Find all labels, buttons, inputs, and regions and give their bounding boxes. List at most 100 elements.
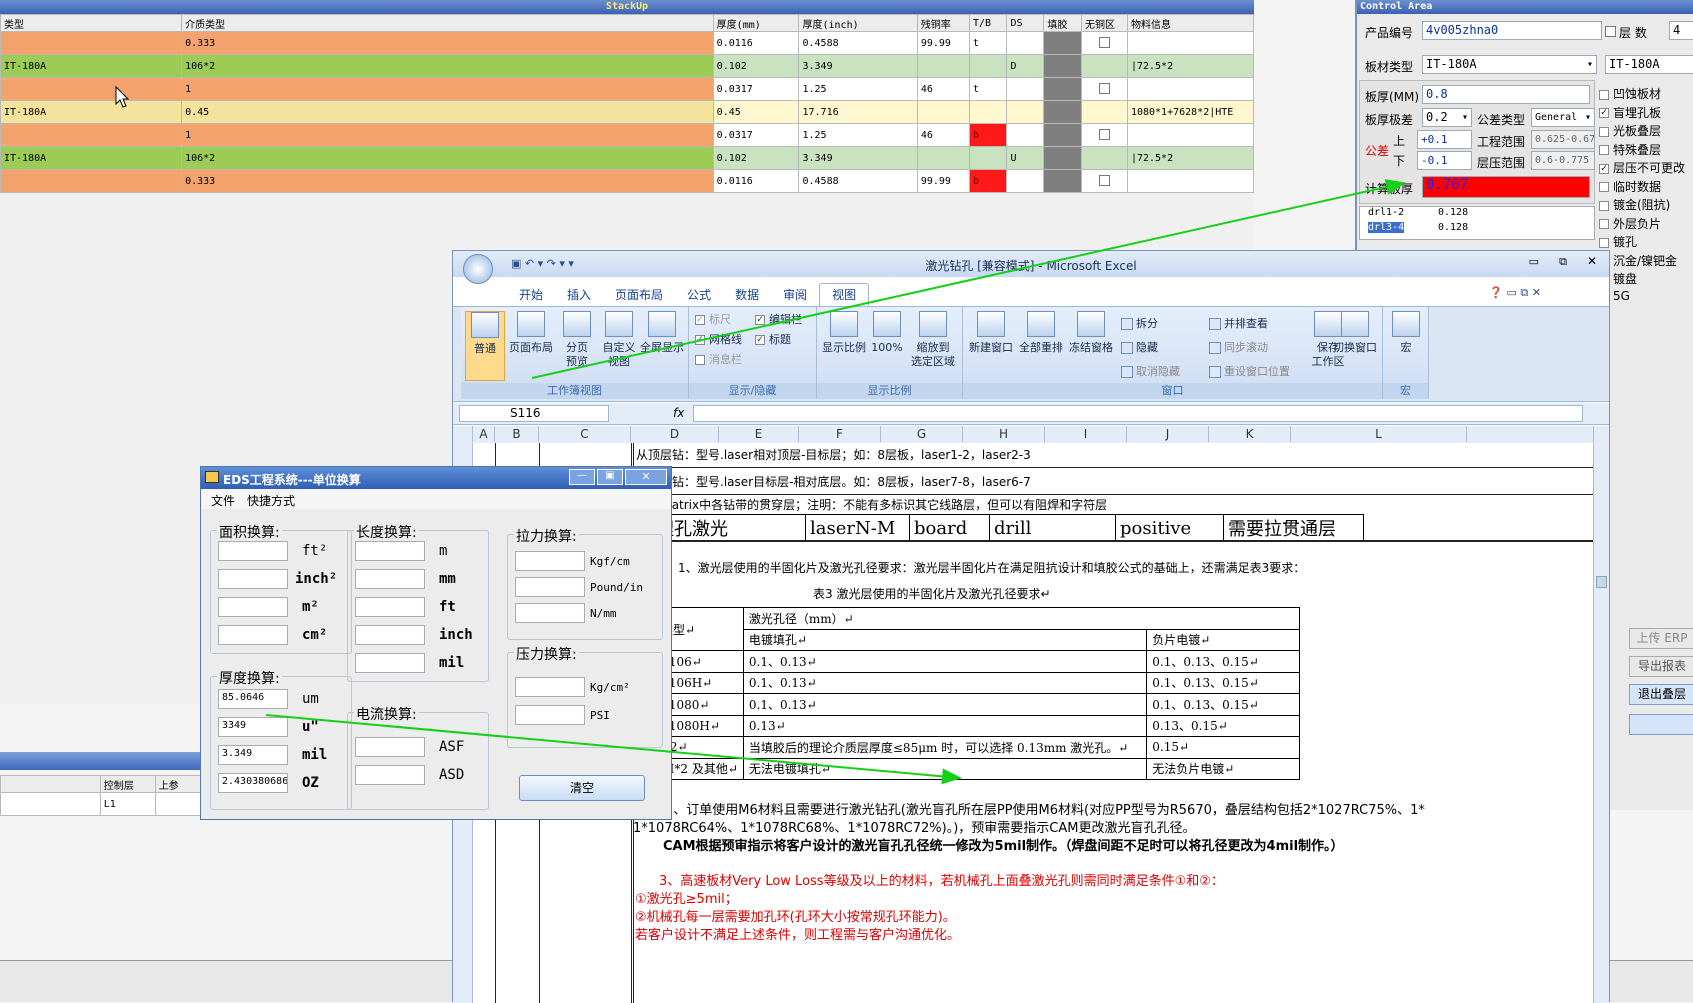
stackup-cell-mat[interactable] [1126,31,1255,55]
formula-bar-checkbox[interactable]: ✓ 编辑栏 [755,311,802,327]
stackup-row[interactable]: 1 0.0317 1.25 46 b [0,123,1255,147]
option-checkbox[interactable]: 5G [1599,289,1693,308]
nocu-checkbox[interactable] [1098,37,1110,49]
stackup-cell-nocu[interactable] [1081,146,1128,170]
stackup-cell[interactable]: 1 [181,77,714,101]
tension-pound-input[interactable] [515,577,585,597]
stackup-cell-tb[interactable] [968,146,1008,170]
stackup-cell-fill[interactable] [1043,31,1083,55]
tension-kgf-input[interactable] [515,551,585,571]
stackup-cell[interactable]: 0.0116 [712,31,800,55]
thick-oz-input[interactable]: 2.430380686 [218,773,288,793]
ribbon-tab[interactable]: 插入 [555,284,603,306]
thick-input[interactable]: 0.8 [1422,85,1590,104]
len-inch-input[interactable] [355,625,425,645]
formula-input[interactable] [693,405,1583,422]
stackup-cell[interactable] [0,169,183,193]
side-by-side-button[interactable]: 并排查看 [1209,315,1268,331]
option-checkbox[interactable]: 外层负片 [1599,215,1693,234]
stackup-cell[interactable]: 106*2 [181,146,714,170]
stackup-cell-nocu[interactable] [1081,31,1128,55]
stackup-cell[interactable]: 1.25 [798,77,918,101]
stackup-cell-nocu[interactable] [1081,100,1128,124]
stackup-cell-ds[interactable] [1006,77,1045,101]
headings-checkbox[interactable]: ✓ 标题 [755,331,791,347]
stackup-cell[interactable]: 99.99 [916,169,970,193]
stackup-cell[interactable]: 0.0317 [712,123,800,147]
column-header[interactable]: E [719,426,799,442]
option-checkbox[interactable]: 镀金(阻抗) [1599,196,1693,215]
area-ft2-input[interactable] [218,541,288,561]
stackup-cell[interactable]: 99.99 [916,31,970,55]
nocu-checkbox[interactable] [1098,83,1110,95]
stackup-cell[interactable]: 0.333 [181,169,714,193]
column-header[interactable]: I [1045,426,1127,442]
stackup-cell-ds[interactable]: U [1006,146,1045,170]
stackup-row[interactable]: IT-180A 106*2 0.102 3.349 D |72.5*2 [0,54,1255,78]
option-checkbox[interactable]: ✓ 盲埋孔板 [1599,104,1693,123]
option-checkbox[interactable]: ✓ 层压不可更改 [1599,159,1693,178]
toltype-select[interactable]: General [1531,108,1595,127]
tension-nmm-input[interactable] [515,603,585,623]
menu-file[interactable]: 文件 [211,492,235,509]
thick-mil-input[interactable]: 3.349 [218,745,288,765]
area-m2-input[interactable] [218,597,288,617]
zoom-button[interactable]: 显示比例 [821,311,867,355]
minimize-icon[interactable]: ▭ [1529,255,1539,268]
grid-cell-up[interactable] [154,792,201,816]
stackup-cell-tb[interactable] [968,100,1008,124]
page-break-button[interactable]: 分页 预览 [557,311,597,369]
option-checkbox[interactable]: 镀盘 [1599,270,1693,289]
zoom-selection-button[interactable]: 缩放到 选定区域 [907,311,959,369]
ribbon-tab[interactable]: 公式 [675,284,723,306]
option-checkbox[interactable]: 光板叠层 [1599,122,1693,141]
gridlines-checkbox[interactable]: ✓ 网格线 [695,331,742,347]
stackup-row[interactable]: 1 0.0317 1.25 46 t [0,77,1255,101]
macro-button[interactable]: 宏 [1389,311,1423,355]
custom-view-button[interactable]: 自定义 视图 [599,311,639,369]
drill-list[interactable]: drl1-2 0.128 drl3-4 0.128 [1359,206,1595,240]
stackup-cell[interactable] [0,31,183,55]
split-button[interactable]: 拆分 [1121,315,1158,331]
thick-uinch-input[interactable]: 3349 [218,717,288,737]
option-checkbox[interactable]: 镀孔 [1599,233,1693,252]
stackup-cell-fill[interactable] [1043,169,1083,193]
nocu-checkbox[interactable] [1098,129,1110,141]
fx-icon[interactable]: fx [673,406,684,420]
exit-stackup-button[interactable]: 退出叠层 [1629,684,1693,705]
drill-row[interactable]: drl1-2 0.128 [1360,207,1594,222]
stackup-cell-ds[interactable]: D [1006,54,1045,78]
stackup-cell[interactable]: 0.4588 [798,169,918,193]
column-header[interactable]: D [631,426,719,442]
nocu-checkbox[interactable] [1098,175,1110,187]
stackup-cell[interactable] [916,146,970,170]
arrange-all-button[interactable]: 全部重排 [1017,311,1065,355]
stackup-cell[interactable]: 0.102 [712,54,800,78]
stackup-cell[interactable]: IT-180A [0,100,183,124]
clear-button[interactable]: 清空 [519,775,645,801]
stackup-cell[interactable]: 0.102 [712,146,800,170]
stackup-cell[interactable]: 0.0116 [712,169,800,193]
column-header[interactable]: L [1291,426,1467,442]
column-header[interactable] [453,426,473,442]
stackup-cell-fill[interactable] [1043,54,1083,78]
tol-down-input[interactable]: -0.1 [1417,151,1472,170]
stackup-cell[interactable]: 0.0317 [712,77,800,101]
stackup-cell-mat[interactable]: |72.5*2 [1126,54,1255,78]
stackup-cell[interactable]: 46 [916,123,970,147]
option-checkbox[interactable]: 特殊叠层 [1599,141,1693,160]
stackup-cell[interactable]: 1.25 [798,123,918,147]
stackup-cell-ds[interactable] [1006,31,1045,55]
column-header[interactable]: J [1127,426,1209,442]
current-asf-input[interactable] [355,737,425,757]
stackup-cell[interactable]: 46 [916,77,970,101]
normal-view-button[interactable]: 普通 [465,311,505,381]
close-icon[interactable]: ✕ [1587,254,1597,268]
upload-erp-button[interactable]: 上传 ERP [1629,628,1693,649]
export-report-button[interactable]: 导出报表 [1629,656,1693,677]
area-inch2-input[interactable] [218,569,288,589]
len-ft-input[interactable] [355,597,425,617]
eds-minimize-icon[interactable]: — [569,469,595,485]
stackup-cell-tb[interactable]: b [968,169,1008,193]
stackup-cell-fill[interactable] [1043,146,1083,170]
